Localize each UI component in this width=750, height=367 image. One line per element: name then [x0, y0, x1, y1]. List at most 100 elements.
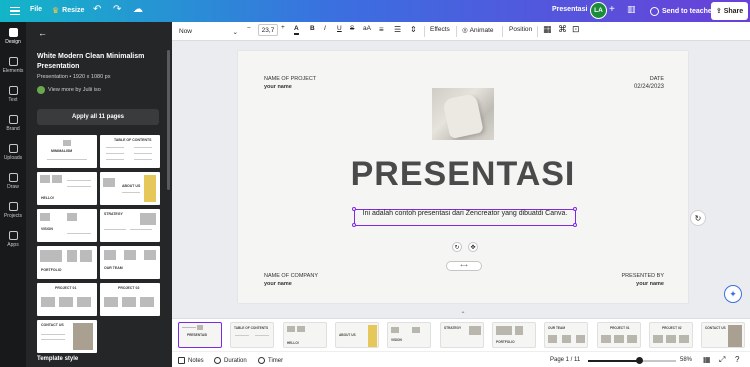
page-thumb[interactable]: OUR TEAM [544, 322, 588, 348]
template-thumb[interactable]: MINIMALISM [37, 135, 97, 168]
date-label[interactable]: DATE [650, 76, 664, 82]
page-thumb-title: CONTACT US [705, 326, 726, 330]
rail-item-elements[interactable]: Elements [0, 57, 26, 74]
rail-item-design[interactable]: Design [0, 28, 26, 45]
page-thumb-title: STRATEGY [444, 326, 462, 330]
page-thumb[interactable]: PROJECT 02 [649, 322, 693, 348]
page-indicator[interactable]: Page 1 / 11 [550, 357, 580, 363]
slide-subtitle[interactable]: Ini adalah contoh presentasi dari Zencre… [354, 210, 576, 218]
letter-case-button[interactable]: aA [363, 25, 371, 32]
file-menu[interactable]: File [30, 6, 42, 13]
help-icon[interactable]: ? [735, 355, 739, 364]
page-thumb[interactable]: PORTFOLIO [492, 322, 536, 348]
resize-handle[interactable] [352, 223, 356, 227]
resize-button[interactable]: ♛ Resize [52, 6, 84, 15]
notes-button[interactable]: Notes [178, 357, 204, 364]
resize-handle[interactable] [573, 223, 577, 227]
magic-assistant-icon[interactable]: ✦ [724, 285, 742, 303]
template-thumb[interactable]: HELLO! [37, 172, 97, 205]
page-thumb[interactable]: CONTACT US [701, 322, 745, 348]
chevron-up-icon[interactable]: ⌃ [456, 311, 470, 318]
italic-button[interactable]: I [324, 25, 326, 32]
apply-all-button[interactable]: Apply all 11 pages [37, 109, 159, 125]
presenter-name[interactable]: your name [636, 281, 664, 287]
font-size-input[interactable]: 23,7 [258, 24, 278, 36]
menu-icon[interactable] [10, 0, 26, 22]
animate-button[interactable]: ◎ Animate [462, 26, 494, 35]
text-toolbar: Now ⌄ − 23,7 + A B I U S aA ≡ ☰ ⇕ Effects… [172, 22, 750, 41]
share-button[interactable]: ⇪ Share [711, 2, 748, 20]
effects-button[interactable]: Effects [430, 26, 450, 33]
slide-title[interactable]: PRESENTASI [238, 156, 688, 192]
template-thumb[interactable]: PROJECT 01 [37, 283, 97, 316]
template-thumb[interactable]: PROJECT 02 [100, 283, 160, 316]
text-color-button[interactable]: A [294, 24, 299, 35]
zoom-level[interactable]: 58% [680, 357, 692, 363]
company-label[interactable]: NAME OF COMPANY [264, 273, 318, 279]
template-thumb[interactable]: CONTACT US [37, 320, 97, 353]
grid-view-icon[interactable]: ▦ [703, 355, 711, 364]
template-thumb[interactable]: STRATEGY [100, 209, 160, 242]
insights-icon[interactable]: ▥ [627, 4, 636, 15]
rail-item-projects[interactable]: Projects [0, 202, 26, 219]
zoom-slider[interactable] [588, 357, 676, 364]
page-thumb[interactable]: PROJECT 01 [597, 322, 641, 348]
lock-icon[interactable]: ⊡ [572, 24, 580, 35]
list-icon[interactable]: ☰ [394, 26, 401, 34]
decrease-font-button[interactable]: − [247, 25, 251, 32]
spacing-icon[interactable]: ⇕ [410, 26, 417, 34]
cloud-save-icon[interactable]: ☁ [133, 5, 143, 15]
zoom-slider-knob[interactable] [635, 357, 643, 364]
company-name[interactable]: your name [264, 281, 292, 287]
fullscreen-icon[interactable]: ⤢ [719, 355, 725, 365]
presented-label[interactable]: PRESENTED BY [622, 273, 664, 279]
bold-button[interactable]: B [310, 25, 315, 32]
rail-item-text[interactable]: Text [0, 86, 26, 103]
move-icon[interactable]: ✥ [468, 242, 478, 252]
project-name[interactable]: your name [264, 84, 292, 90]
page-thumb[interactable]: PRESENTASI [178, 322, 222, 348]
resize-handle[interactable] [573, 207, 577, 211]
align-center-icon[interactable]: ≡ [379, 26, 384, 34]
underline-button[interactable]: U [337, 25, 342, 32]
page-thumb[interactable]: TABLE OF CONTENTS [230, 322, 274, 348]
send-to-teacher-button[interactable]: Send to teacher [645, 3, 720, 19]
slide[interactable]: NAME OF PROJECT your name DATE 02/24/202… [238, 51, 688, 303]
date-value[interactable]: 02/24/2023 [634, 84, 664, 90]
duration-button[interactable]: Duration [214, 357, 247, 364]
back-arrow-icon[interactable]: ← [38, 28, 47, 38]
template-thumb[interactable]: PORTFOLIO [37, 246, 97, 279]
refresh-icon[interactable]: ↻ [690, 210, 706, 226]
template-thumb[interactable]: TABLE OF CONTENTS [100, 135, 160, 168]
page-thumb[interactable]: STRATEGY [440, 322, 484, 348]
strikethrough-button[interactable]: S [350, 25, 354, 32]
slide-photo[interactable] [432, 88, 494, 140]
avatar[interactable]: LA [590, 2, 607, 19]
rail-item-draw[interactable]: Draw [0, 173, 26, 190]
page-thumb[interactable]: VISION [387, 322, 431, 348]
page-thumb[interactable]: HELLO! [283, 322, 327, 348]
increase-font-button[interactable]: + [281, 24, 285, 31]
timer-button[interactable]: Timer [258, 357, 283, 364]
template-thumb[interactable]: OUR TEAM [100, 246, 160, 279]
rotate-icon[interactable]: ↻ [452, 242, 462, 252]
template-thumb[interactable]: ABOUT US [100, 172, 160, 205]
panel-scrollbar[interactable] [167, 50, 170, 190]
redo-icon[interactable]: ↷ [113, 5, 121, 15]
undo-icon[interactable]: ↶ [93, 5, 101, 15]
link-icon[interactable]: ⌘ [558, 24, 567, 35]
document-title[interactable]: Presentasi [552, 6, 587, 13]
position-button[interactable]: Position [509, 26, 532, 33]
transparency-icon[interactable]: ▦ [543, 24, 552, 35]
template-thumb[interactable]: VISION [37, 209, 97, 242]
add-collaborator-icon[interactable]: + [609, 4, 615, 15]
project-label[interactable]: NAME OF PROJECT [264, 76, 316, 82]
element-handle-bar[interactable]: ⟷ [446, 261, 482, 271]
font-select[interactable]: Now ⌄ [176, 25, 242, 38]
resize-handle[interactable] [352, 207, 356, 211]
page-thumb[interactable]: ABOUT US [335, 322, 379, 348]
rail-item-brand[interactable]: Brand [0, 115, 26, 132]
view-more-link[interactable]: View more by Julii iso [37, 86, 101, 94]
rail-item-apps[interactable]: Apps [0, 231, 26, 248]
rail-item-uploads[interactable]: Uploads [0, 144, 26, 161]
